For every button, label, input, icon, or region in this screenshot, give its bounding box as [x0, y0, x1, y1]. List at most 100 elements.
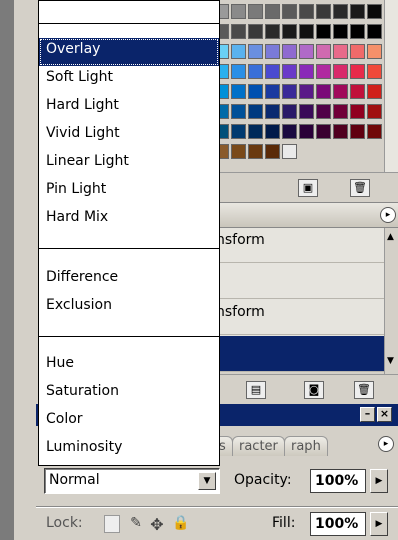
color-swatch[interactable]	[316, 44, 331, 59]
history-scrollbar[interactable]: ▲ ▼	[384, 228, 398, 378]
color-swatch[interactable]	[316, 24, 331, 39]
tab-paragraph[interactable]: raph	[284, 436, 328, 456]
color-swatch[interactable]	[248, 104, 263, 119]
trash-icon[interactable]: 🗑	[350, 179, 370, 197]
blend-mode-select[interactable]: Normal	[44, 468, 220, 494]
dropdown-item-overlay[interactable]: Overlay	[39, 38, 219, 66]
scroll-down-icon[interactable]: ▼	[387, 356, 394, 366]
color-swatch[interactable]	[231, 4, 246, 19]
dropdown-item-luminosity[interactable]: Luminosity	[39, 436, 219, 464]
color-swatch[interactable]	[248, 64, 263, 79]
new-document-icon[interactable]: ▤	[246, 381, 266, 399]
opacity-arrow-icon[interactable]: ▶	[370, 469, 388, 493]
trash-icon[interactable]: 🗑	[354, 381, 374, 399]
dropdown-item-difference[interactable]: Difference	[39, 266, 219, 294]
color-swatch[interactable]	[299, 24, 314, 39]
fill-arrow-icon[interactable]: ▶	[370, 512, 388, 536]
color-swatch[interactable]	[265, 24, 280, 39]
color-swatch[interactable]	[248, 124, 263, 139]
fill-input[interactable]: 100%	[310, 512, 366, 536]
lock-transparency-icon[interactable]	[104, 515, 120, 533]
color-swatch[interactable]	[231, 124, 246, 139]
color-swatch[interactable]	[299, 84, 314, 99]
dropdown-item-exclusion[interactable]: Exclusion	[39, 294, 219, 322]
dropdown-item-top[interactable]	[39, 0, 219, 21]
dropdown-item-soft-light[interactable]: Soft Light	[39, 66, 219, 94]
color-swatch[interactable]	[316, 84, 331, 99]
color-swatch[interactable]	[333, 24, 348, 39]
color-swatch[interactable]	[333, 44, 348, 59]
close-icon[interactable]: ×	[377, 407, 392, 422]
color-swatch[interactable]	[282, 64, 297, 79]
color-swatch[interactable]	[265, 124, 280, 139]
color-swatch[interactable]	[333, 104, 348, 119]
color-swatch[interactable]	[367, 84, 382, 99]
color-swatch[interactable]	[350, 44, 365, 59]
panel-menu-icon[interactable]: ▸	[378, 436, 394, 452]
color-swatch[interactable]	[350, 124, 365, 139]
color-swatch[interactable]	[231, 24, 246, 39]
color-swatch[interactable]	[316, 64, 331, 79]
color-swatch[interactable]	[350, 84, 365, 99]
color-swatch[interactable]	[350, 104, 365, 119]
dropdown-item-hard-mix[interactable]: Hard Mix	[39, 206, 219, 234]
dropdown-item-vivid-light[interactable]: Vivid Light	[39, 122, 219, 150]
color-swatch[interactable]	[367, 4, 382, 19]
history-row[interactable]: nsform	[212, 228, 384, 263]
color-swatch[interactable]	[333, 124, 348, 139]
panel-menu-icon[interactable]: ▸	[380, 207, 396, 223]
color-swatch[interactable]	[299, 44, 314, 59]
color-swatch[interactable]	[282, 84, 297, 99]
color-swatch[interactable]	[316, 104, 331, 119]
new-swatch-icon[interactable]: ▣	[298, 179, 318, 197]
camera-icon[interactable]: ◙	[304, 381, 324, 399]
color-swatch[interactable]	[231, 144, 246, 159]
history-row-selected[interactable]	[212, 336, 384, 372]
color-swatch[interactable]	[350, 24, 365, 39]
color-swatch[interactable]	[265, 64, 280, 79]
history-row[interactable]	[212, 264, 384, 299]
scroll-up-icon[interactable]: ▲	[387, 232, 394, 242]
color-swatch[interactable]	[282, 4, 297, 19]
color-swatch[interactable]	[248, 144, 263, 159]
dropdown-item-hard-light[interactable]: Hard Light	[39, 94, 219, 122]
color-swatch[interactable]	[265, 84, 280, 99]
color-swatch[interactable]	[231, 104, 246, 119]
color-swatch[interactable]	[299, 104, 314, 119]
swatches-scrollbar[interactable]	[384, 0, 398, 172]
color-swatch[interactable]	[333, 64, 348, 79]
color-swatch[interactable]	[299, 4, 314, 19]
color-swatch[interactable]	[248, 44, 263, 59]
color-swatch[interactable]	[265, 104, 280, 119]
color-swatch[interactable]	[299, 64, 314, 79]
color-swatch[interactable]	[248, 84, 263, 99]
color-swatch[interactable]	[333, 84, 348, 99]
minimize-icon[interactable]: –	[360, 407, 375, 422]
color-swatch[interactable]	[265, 144, 280, 159]
color-swatch[interactable]	[282, 104, 297, 119]
color-swatch[interactable]	[265, 44, 280, 59]
dropdown-item-pin-light[interactable]: Pin Light	[39, 178, 219, 206]
color-swatch[interactable]	[350, 64, 365, 79]
color-swatch[interactable]	[299, 124, 314, 139]
color-swatch[interactable]	[367, 124, 382, 139]
color-swatch[interactable]	[367, 64, 382, 79]
move-icon[interactable]: ✥	[148, 515, 166, 534]
color-swatch[interactable]	[333, 4, 348, 19]
color-swatch[interactable]	[367, 44, 382, 59]
dropdown-item-linear-light[interactable]: Linear Light	[39, 150, 219, 178]
color-swatch[interactable]	[367, 104, 382, 119]
color-swatch[interactable]	[316, 124, 331, 139]
color-swatch[interactable]	[282, 44, 297, 59]
chevron-down-icon[interactable]: ▼	[198, 472, 216, 490]
color-swatch[interactable]	[231, 64, 246, 79]
color-swatch[interactable]	[282, 124, 297, 139]
opacity-input[interactable]: 100%	[310, 469, 366, 493]
color-swatch[interactable]	[231, 44, 246, 59]
dropdown-item-saturation[interactable]: Saturation	[39, 380, 219, 408]
color-swatch[interactable]	[316, 4, 331, 19]
tab-character[interactable]: racter	[232, 436, 285, 456]
color-swatch[interactable]	[282, 24, 297, 39]
color-swatch[interactable]	[367, 24, 382, 39]
dropdown-item-color[interactable]: Color	[39, 408, 219, 436]
